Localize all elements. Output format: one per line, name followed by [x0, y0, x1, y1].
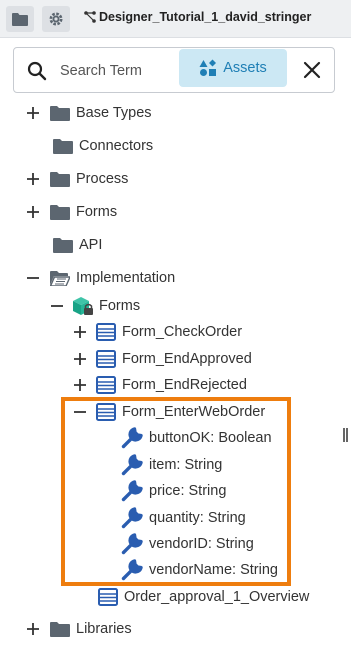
tree-item-label: Forms: [99, 298, 141, 314]
highlight-frame: [61, 397, 291, 586]
tree-item-form-end-rejected[interactable]: Form_EndRejected: [96, 374, 247, 396]
tree-item-label: Implementation: [76, 270, 176, 286]
expand-plus-icon[interactable]: [73, 378, 87, 392]
panel-resize-handle[interactable]: [343, 428, 349, 442]
tree-item-label: Libraries: [76, 621, 132, 637]
folder-icon: [50, 205, 70, 220]
expand-plus-icon[interactable]: [73, 325, 87, 339]
tree-item-connectors[interactable]: Connectors: [53, 135, 153, 157]
tree-item-forms[interactable]: Forms: [50, 201, 117, 223]
tree-item-label: API: [79, 237, 103, 253]
tree-item-process[interactable]: Process: [50, 168, 128, 190]
tree-item-label: Connectors: [79, 138, 154, 154]
form-icon: [96, 376, 116, 394]
folder-icon: [50, 172, 70, 187]
tree-item-impl-forms[interactable]: Forms: [72, 295, 140, 317]
collapse-minus-icon[interactable]: [26, 271, 40, 285]
folder-icon: [53, 238, 73, 253]
tree-item-form-end-approved[interactable]: Form_EndApproved: [96, 348, 252, 370]
tree-item-label: Forms: [76, 204, 118, 220]
tree-item-implementation[interactable]: Implementation: [50, 267, 175, 289]
expand-plus-icon[interactable]: [73, 352, 87, 366]
collapse-minus-icon[interactable]: [50, 299, 64, 313]
tree-item-label: Base Types: [76, 105, 152, 121]
folder-icon: [53, 139, 73, 154]
tree-item-base-types[interactable]: Base Types: [50, 102, 152, 124]
expand-plus-icon[interactable]: [26, 622, 40, 636]
expand-plus-icon[interactable]: [26, 172, 40, 186]
expand-plus-icon[interactable]: [26, 205, 40, 219]
tree-item-label: Form_CheckOrder: [122, 324, 243, 340]
form-icon: [96, 323, 116, 341]
tree-item-libraries[interactable]: Libraries: [50, 618, 132, 640]
expand-plus-icon[interactable]: [26, 106, 40, 120]
folder-open-icon: [50, 271, 70, 286]
folder-icon: [50, 106, 70, 121]
asset-tree: Base Types Connectors Process Forms API …: [0, 0, 351, 655]
tree-item-api[interactable]: API: [53, 234, 102, 256]
folder-icon: [50, 622, 70, 637]
tree-item-label: Order_approval_1_Overview: [124, 589, 310, 605]
tree-item-label: Form_EndApproved: [122, 351, 252, 367]
tree-item-form-check-order[interactable]: Form_CheckOrder: [96, 321, 242, 343]
tree-item-label: Form_EndRejected: [122, 377, 247, 393]
tree-item-order-overview[interactable]: Order_approval_1_Overview: [98, 586, 309, 608]
form-icon: [96, 350, 116, 368]
form-icon: [98, 588, 118, 606]
tree-item-label: Process: [76, 171, 129, 187]
form-package-icon: [73, 297, 93, 315]
